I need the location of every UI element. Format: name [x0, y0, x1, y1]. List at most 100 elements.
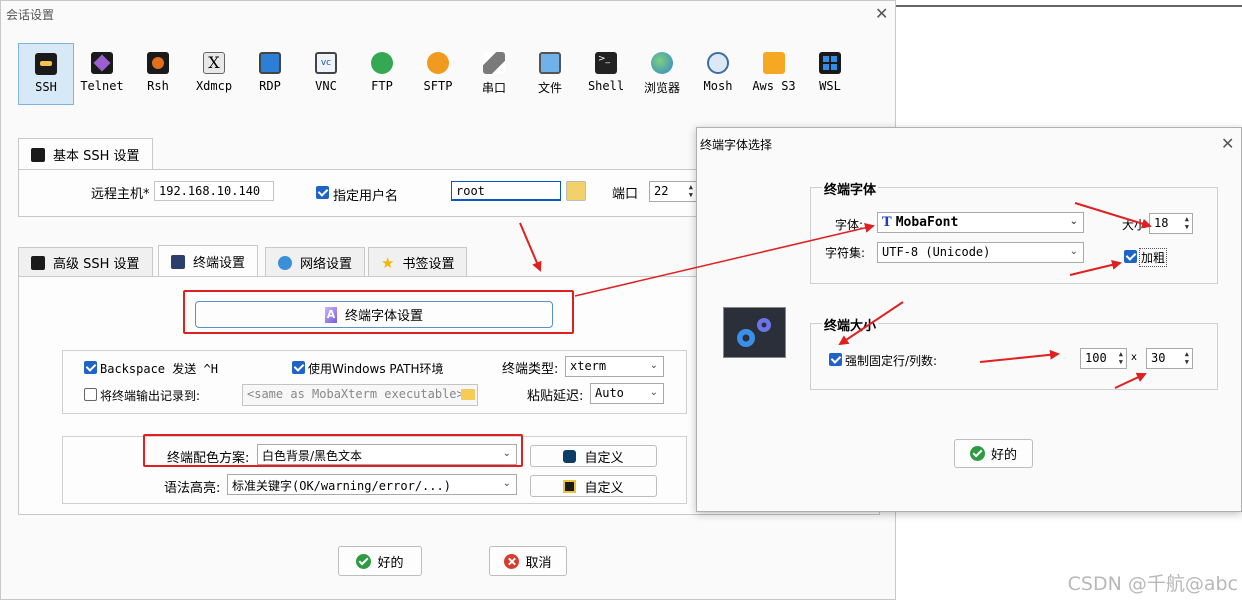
key-icon — [31, 255, 45, 270]
size-value: 18 — [1154, 216, 1169, 230]
select-value: 白色背景/黑色文本 — [262, 449, 363, 463]
terminal-font-dialog: 终端字体选择 ✕ 终端字体 字体: T MobaFont ⌄ 大小 18 ▲ ▼ 字… — [696, 127, 1242, 512]
session-type-vnc[interactable]: vc VNC — [298, 43, 354, 105]
mosh-satellite-icon — [707, 52, 729, 74]
columns-input[interactable]: 100 ▲ ▼ — [1080, 348, 1127, 369]
chevron-down-icon: ⌄ — [502, 478, 511, 489]
shell-terminal-icon: >_ — [595, 52, 617, 74]
session-type-ftp[interactable]: FTP — [354, 43, 410, 105]
customize-syntax-button[interactable]: 自定义 — [530, 475, 657, 497]
session-type-sftp[interactable]: SFTP — [410, 43, 466, 105]
spinner-arrows-icon[interactable]: ▲ ▼ — [1119, 350, 1123, 366]
font-dialog-title: 终端字体选择 — [700, 138, 773, 152]
terminal-settings-icon — [171, 254, 185, 269]
charset-label: 字符集: — [825, 246, 866, 260]
rsh-icon — [147, 52, 169, 74]
select-value: xterm — [570, 359, 607, 373]
size-input[interactable]: 18 ▲ ▼ — [1149, 213, 1193, 234]
terminal-font-settings-button[interactable]: A 终端字体设置 — [195, 301, 553, 328]
font-select[interactable]: T MobaFont ⌄ — [877, 212, 1084, 233]
bold-checkbox[interactable] — [1124, 250, 1137, 263]
session-type-label: 文件 — [537, 81, 562, 95]
color-scheme-select[interactable]: 白色背景/黑色文本 ⌄ — [257, 444, 517, 465]
watermark: CSDN @千航@abc — [1067, 573, 1238, 595]
spinner-arrows-icon[interactable]: ▲ ▼ — [1185, 350, 1189, 366]
font-dialog-ok-button[interactable]: 好的 — [954, 439, 1033, 468]
cancel-x-icon — [504, 553, 520, 569]
ok-button[interactable]: 好的 — [338, 546, 422, 576]
session-type-label: RDP — [259, 79, 281, 93]
session-type-ssh[interactable]: SSH — [18, 43, 74, 105]
select-value: MobaFont — [895, 215, 959, 230]
spinner-arrows-icon[interactable]: ▲ ▼ — [1185, 215, 1189, 231]
port-label: 端口 — [612, 187, 639, 202]
backspace-checkbox[interactable] — [84, 361, 97, 374]
folder-icon[interactable] — [461, 389, 475, 400]
specify-user-label: 指定用户名 — [333, 189, 399, 204]
chevron-down-icon: ⌄ — [649, 387, 658, 398]
remote-host-input[interactable]: 192.168.10.140 — [154, 181, 274, 201]
browser-globe-icon — [651, 52, 673, 74]
log-path-input[interactable]: <same as MobaXterm executable> — [242, 384, 478, 406]
session-type-rdp[interactable]: RDP — [242, 43, 298, 105]
sftp-globe-icon — [427, 52, 449, 74]
cancel-button[interactable]: 取消 — [489, 546, 567, 576]
select-value: Auto — [595, 386, 624, 400]
syntax-highlight-label: 语法高亮: — [164, 481, 221, 496]
tab-network-settings[interactable]: 网络设置 — [265, 247, 366, 277]
spinner-arrows-icon[interactable]: ▲ ▼ — [689, 183, 693, 199]
charset-select[interactable]: UTF-8 (Unicode) ⌄ — [877, 242, 1084, 263]
session-type-file[interactable]: 文件 — [522, 43, 578, 105]
button-label: 好的 — [377, 555, 404, 571]
session-type-rsh[interactable]: Rsh — [130, 43, 186, 105]
bold-label: 加粗 — [1139, 248, 1168, 267]
session-type-browser[interactable]: 浏览器 — [634, 43, 690, 105]
windows-path-checkbox[interactable] — [292, 361, 305, 374]
fixed-size-checkbox[interactable] — [829, 353, 842, 366]
font-a-icon: A — [324, 306, 337, 323]
port-input[interactable]: 22 ▲ ▼ — [649, 181, 697, 202]
ok-check-icon — [969, 446, 985, 461]
username-input[interactable]: root — [451, 181, 561, 201]
chevron-down-icon: ⌄ — [502, 448, 511, 459]
tab-basic-ssh[interactable]: 基本 SSH 设置 — [18, 138, 153, 170]
session-type-label: 浏览器 — [643, 81, 680, 95]
tab-terminal-settings[interactable]: 终端设置 — [158, 245, 259, 277]
rows-input[interactable]: 30 ▲ ▼ — [1146, 348, 1193, 369]
session-type-label: 串口 — [481, 81, 506, 95]
log-output-checkbox[interactable] — [84, 388, 97, 401]
telnet-icon — [91, 52, 113, 74]
session-type-xdmcp[interactable]: X Xdmcp — [186, 43, 242, 105]
size-label: 大小 — [1122, 218, 1147, 232]
tab-bookmark-settings[interactable]: ★ 书签设置 — [368, 247, 468, 277]
session-type-aws-s3[interactable]: Aws S3 — [746, 43, 802, 105]
close-icon[interactable]: ✕ — [1221, 136, 1234, 152]
log-output-label: 将终端输出记录到: — [100, 389, 201, 403]
select-value: UTF-8 (Unicode) — [882, 245, 991, 259]
close-icon[interactable]: ✕ — [875, 6, 888, 22]
session-type-label: Xdmcp — [195, 79, 233, 93]
session-type-label: SSH — [35, 80, 57, 94]
session-type-serial[interactable]: 串口 — [466, 43, 522, 105]
key-icon — [31, 147, 45, 162]
session-type-mosh[interactable]: Mosh — [690, 43, 746, 105]
chevron-down-icon: ⌄ — [1069, 246, 1078, 257]
tab-label: 书签设置 — [402, 257, 455, 272]
customize-colors-button[interactable]: 自定义 — [530, 445, 657, 467]
session-type-wsl[interactable]: WSL — [802, 43, 858, 105]
ok-check-icon — [356, 553, 372, 569]
vnc-icon: vc — [315, 52, 337, 74]
session-type-telnet[interactable]: Telnet — [74, 43, 130, 105]
ftp-globe-icon — [371, 52, 393, 74]
rdp-monitor-icon — [259, 52, 281, 74]
tab-advanced-ssh[interactable]: 高级 SSH 设置 — [18, 247, 153, 277]
user-manager-icon[interactable] — [566, 181, 586, 201]
terminal-type-select[interactable]: xterm ⌄ — [565, 356, 664, 377]
button-label: 自定义 — [584, 480, 624, 496]
session-type-label: WSL — [819, 79, 841, 93]
session-type-shell[interactable]: >_ Shell — [578, 43, 634, 105]
specify-user-checkbox[interactable] — [316, 186, 329, 199]
columns-value: 100 — [1085, 351, 1107, 365]
syntax-highlight-select[interactable]: 标准关键字(OK/warning/error/...) ⌄ — [227, 474, 517, 495]
paste-delay-select[interactable]: Auto ⌄ — [590, 383, 664, 404]
